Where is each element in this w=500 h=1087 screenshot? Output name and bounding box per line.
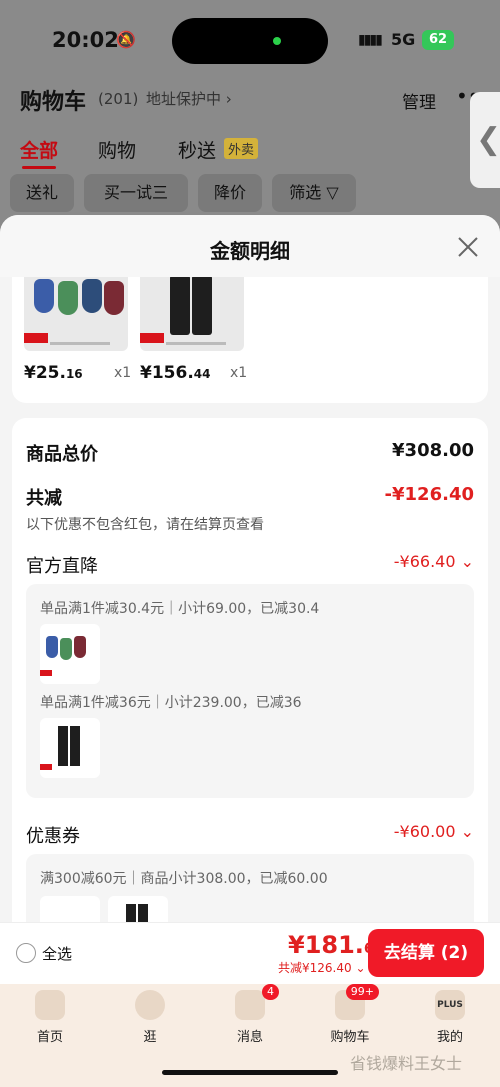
sheet-title: 金额明细 <box>210 239 290 263</box>
chevron-left-icon: ❮ <box>476 122 500 157</box>
item-qty: x1 <box>230 365 248 381</box>
camera-indicator-icon <box>273 37 281 45</box>
tab-instant[interactable]: 秒送 <box>178 136 216 163</box>
face-icon <box>135 990 165 1020</box>
coupon-label: 优惠券 <box>26 826 80 847</box>
message-badge: 4 <box>262 984 279 1000</box>
page-title: 购物车 <box>20 90 87 115</box>
waimai-badge: 外卖 <box>224 138 259 159</box>
coupon-line: 满300减60元｜商品小计308.00，已减60.00 <box>40 871 328 887</box>
mini-thumb-socks <box>40 624 100 684</box>
close-icon[interactable] <box>454 233 482 261</box>
tabbar-browse[interactable]: 逛 <box>115 990 185 1045</box>
address-protection-link[interactable]: 地址保护中 › <box>146 88 232 109</box>
price-tag <box>40 670 52 676</box>
price-tag <box>40 764 52 770</box>
tabbar-label: 购物车 <box>330 1030 370 1045</box>
status-bar: 20:02 🔕 ▮▮▮▮ 5G 62 <box>0 18 500 64</box>
tabbar-label: 逛 <box>143 1030 157 1045</box>
side-drawer-handle[interactable]: ❮ <box>470 92 500 188</box>
product-thumb-pants[interactable] <box>140 271 244 351</box>
item-price: ¥25.16 <box>24 363 83 383</box>
tabbar-label: 首页 <box>36 1030 63 1045</box>
pants-leg <box>58 726 68 766</box>
battery-indicator: 62 <box>422 30 454 50</box>
price-tag <box>24 333 48 343</box>
item-price: ¥156.44 <box>140 363 210 383</box>
mute-bell-icon: 🔕 <box>116 30 136 49</box>
item-qty: x1 <box>114 365 132 381</box>
cart-icon: 99+ <box>335 984 379 1020</box>
tab-shopping[interactable]: 购物 <box>98 136 136 163</box>
reduce-label: 共减 <box>26 488 62 509</box>
reduce-value: -¥126.40 <box>384 484 474 505</box>
tag-text <box>166 342 226 345</box>
item-price-decimal: 44 <box>193 367 211 381</box>
tab-all[interactable]: 全部 <box>20 136 58 163</box>
pants-leg <box>170 275 190 335</box>
sock-shape <box>104 281 124 315</box>
cart-badge: 99+ <box>345 984 379 1000</box>
filter-price-drop[interactable]: 降价 <box>198 174 262 212</box>
tab-underline <box>22 166 56 169</box>
reduce-note: 以下优惠不包含红包，请在结算页查看 <box>26 517 264 533</box>
item-price-main: ¥156. <box>140 363 194 383</box>
cart-header: 购物车 (201) 地址保护中 › 管理 ••• <box>20 82 500 118</box>
filter-try-three[interactable]: 买一试三 <box>84 174 188 212</box>
status-time: 20:02 <box>52 28 119 52</box>
sheet-header: 金额明细 <box>0 215 500 277</box>
sock-shape <box>34 279 54 313</box>
network-type: 5G <box>391 30 416 49</box>
tabbar-label: 我的 <box>436 1030 463 1045</box>
filter-button[interactable]: 筛选 ▽ <box>272 174 356 212</box>
tag-text <box>50 342 110 345</box>
tabbar-cart[interactable]: 99+ 购物车 <box>315 984 385 1045</box>
sock-shape <box>46 636 58 658</box>
mini-thumb-pants <box>40 718 100 778</box>
total-label: 商品总价 <box>26 444 98 465</box>
select-all-label[interactable]: 全选 <box>42 943 72 964</box>
item-price-main: ¥25. <box>24 363 66 383</box>
sock-shape <box>74 636 86 658</box>
items-card: ¥25.16 x1 ¥156.44 x1 <box>12 271 488 403</box>
signal-icon: ▮▮▮▮ <box>358 32 383 48</box>
checkout-button[interactable]: 去结算 (2) <box>368 929 484 977</box>
message-icon: 4 <box>235 984 279 1020</box>
tabbar-home[interactable]: 首页 <box>15 990 85 1045</box>
select-all-radio[interactable] <box>16 943 36 963</box>
total-value: ¥308.00 <box>392 440 474 461</box>
coupon-value[interactable]: -¥60.00 ⌄ <box>394 822 474 841</box>
sock-shape <box>82 279 102 313</box>
dynamic-island <box>172 18 328 64</box>
tabbar-me[interactable]: PLUS 我的 <box>415 990 485 1045</box>
tabbar-label: 消息 <box>236 1030 263 1045</box>
official-line-1: 单品满1件减30.4元｜小计69.00，已减30.4 <box>40 601 320 617</box>
product-thumb-socks[interactable] <box>24 271 128 351</box>
official-discount-label: 官方直降 <box>26 556 98 577</box>
official-line-2: 单品满1件减36元｜小计239.00，已减36 <box>40 695 302 711</box>
saved-amount[interactable]: 共减¥126.40 ⌄ <box>278 959 366 976</box>
item-price-decimal: 16 <box>65 367 83 381</box>
cart-count: (201) <box>98 90 139 108</box>
sock-shape <box>60 638 72 660</box>
manage-button[interactable]: 管理 <box>402 88 436 113</box>
pants-leg <box>70 726 80 766</box>
total-price-main: ¥181. <box>288 931 364 959</box>
sock-shape <box>58 281 78 315</box>
watermark: 省钱爆料王女士 <box>350 1054 463 1073</box>
pants-leg <box>192 275 212 335</box>
filter-gift[interactable]: 送礼 <box>10 174 74 212</box>
official-discount-value[interactable]: -¥66.40 ⌄ <box>394 552 474 571</box>
home-indicator <box>162 1070 338 1075</box>
home-icon <box>35 990 65 1020</box>
checkout-bar: 全选 ¥181.60 共减¥126.40 ⌄ 去结算 (2) <box>0 922 500 984</box>
tabbar-messages[interactable]: 4 消息 <box>215 984 285 1045</box>
price-tag <box>140 333 164 343</box>
plus-icon: PLUS <box>435 990 465 1020</box>
official-discount-details: 单品满1件减30.4元｜小计69.00，已减30.4 单品满1件减36元｜小计2… <box>26 584 474 798</box>
